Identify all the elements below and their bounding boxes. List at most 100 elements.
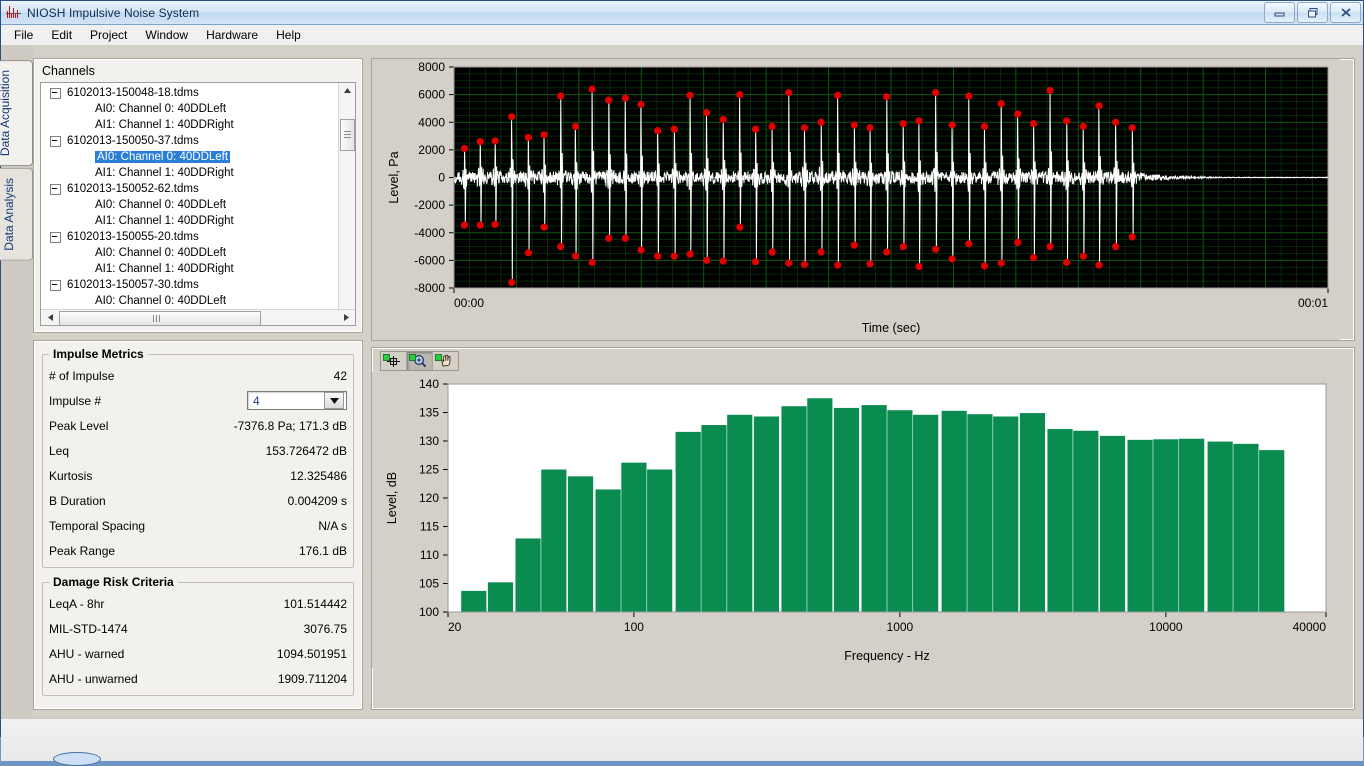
drc-label: AHU - unwarned [49, 672, 138, 686]
tree-channel-node[interactable]: AI0: Channel 0: 40DDLeft [41, 293, 355, 309]
tab-data-analysis[interactable]: Data Analysis [0, 168, 33, 261]
pan-tool-led [435, 354, 442, 361]
pan-tool-button[interactable] [433, 352, 458, 370]
metric-row-peak-range: Peak Range 176.1 dB [49, 538, 347, 563]
tree-hscroll-thumb[interactable] [59, 311, 261, 326]
tree-channel-node[interactable]: AI1: Channel 1: 40DDRight [41, 165, 355, 181]
metric-label: # of Impulse [49, 369, 114, 383]
waveform-plot[interactable]: -8000-6000-4000-200002000400060008000Lev… [372, 59, 1354, 340]
metric-value: 42 [334, 369, 347, 383]
impulse-number-combobox[interactable]: 4 [247, 391, 347, 410]
svg-text:00:01: 00:01 [1298, 296, 1328, 310]
cursor-tool-button[interactable] [381, 352, 407, 370]
tree-file-node[interactable]: 6102013-150057-30.tdms [41, 277, 355, 293]
scroll-right-icon[interactable] [339, 311, 353, 325]
tree-channel-node[interactable]: AI0: Channel 0: 40DDLeft [41, 101, 355, 117]
tree-collapse-icon[interactable] [50, 88, 61, 99]
tree-node-label: AI0: Channel 0: 40DDLeft [95, 151, 230, 163]
metric-row-impulse-number: Impulse # 4 [49, 388, 347, 413]
metrics-panel: Impulse Metrics # of Impulse 42 Impulse … [33, 340, 363, 710]
damage-risk-legend: Damage Risk Criteria [49, 575, 178, 589]
svg-text:Frequency - Hz: Frequency - Hz [844, 649, 929, 663]
tree-channel-node[interactable]: AI1: Channel 1: 40DDRight [41, 213, 355, 229]
drc-label: LeqA - 8hr [49, 597, 104, 611]
tree-file-node[interactable]: 6102013-150052-62.tdms [41, 181, 355, 197]
tab-data-acquisition[interactable]: Data Acquisition [0, 60, 33, 166]
tree-node-label: AI0: Channel 0: 40DDLeft [95, 295, 226, 307]
menu-edit[interactable]: Edit [42, 26, 81, 44]
drc-row-ahu-unwarned: AHU - unwarned 1909.711204 [49, 666, 347, 691]
tree-horizontal-scrollbar[interactable] [41, 309, 355, 325]
chevron-down-icon[interactable] [324, 392, 344, 409]
tree-vertical-scrollbar[interactable] [338, 83, 355, 325]
svg-text:20: 20 [448, 620, 462, 634]
menu-hardware[interactable]: Hardware [197, 26, 267, 44]
tree-channel-node[interactable]: AI1: Channel 1: 40DDRight [41, 261, 355, 277]
client-area: Data Acquisition Data Analysis Channels … [1, 46, 1363, 718]
tree-node-label: AI1: Channel 1: 40DDRight [95, 215, 234, 227]
menu-window[interactable]: Window [136, 26, 197, 44]
channels-panel: Channels 6102013-150048-18.tdmsAI0: Chan… [33, 58, 363, 333]
spectrum-graph-panel: 100105110115120125130135140Level, dB2010… [371, 347, 1355, 710]
metric-label: Peak Level [49, 419, 108, 433]
drc-label: MIL-STD-1474 [49, 622, 128, 636]
svg-text:0: 0 [438, 171, 445, 185]
window-title: NIOSH Impulsive Noise System [27, 6, 199, 20]
tree-node-label: 6102013-150050-37.tdms [67, 135, 199, 147]
menu-project[interactable]: Project [81, 26, 136, 44]
svg-text:-8000: -8000 [414, 281, 445, 295]
metric-row-num-impulse: # of Impulse 42 [49, 363, 347, 388]
right-pane: -8000-6000-4000-200002000400060008000Lev… [371, 58, 1355, 710]
tree-collapse-icon[interactable] [50, 136, 61, 147]
minimize-button[interactable] [1264, 2, 1295, 23]
svg-text:140: 140 [419, 377, 439, 391]
waveform-icon [6, 6, 22, 20]
spectrum-plot[interactable]: 100105110115120125130135140Level, dB2010… [372, 372, 1354, 709]
svg-text:Time (sec): Time (sec) [862, 321, 921, 335]
metric-value: -7376.8 Pa; 171.3 dB [234, 419, 347, 433]
tree-channel-node[interactable]: AI0: Channel 0: 40DDLeft [41, 245, 355, 261]
tree-file-node[interactable]: 6102013-150050-37.tdms [41, 133, 355, 149]
tree-collapse-icon[interactable] [50, 232, 61, 243]
metric-row-b-duration: B Duration 0.004209 s [49, 488, 347, 513]
svg-text:120: 120 [419, 491, 439, 505]
tree-collapse-icon[interactable] [50, 184, 61, 195]
metric-row-temporal-spacing: Temporal Spacing N/A s [49, 513, 347, 538]
svg-text:130: 130 [419, 434, 439, 448]
metric-label: Temporal Spacing [49, 519, 145, 533]
tree-file-node[interactable]: 6102013-150055-20.tdms [41, 229, 355, 245]
svg-text:40000: 40000 [1293, 620, 1327, 634]
scroll-left-icon[interactable] [43, 311, 57, 325]
tree-file-node[interactable]: 6102013-150048-18.tdms [41, 85, 355, 101]
svg-text:8000: 8000 [418, 60, 445, 74]
menu-file[interactable]: File [5, 26, 42, 44]
tree-scroll-thumb[interactable] [340, 119, 355, 151]
channels-tree[interactable]: 6102013-150048-18.tdms AI0: Channel 0: 40… [41, 83, 355, 309]
zoom-tool-led [409, 354, 416, 361]
metric-value: N/A s [318, 519, 347, 533]
metric-row-leq: Leq 153.726472 dB [49, 438, 347, 463]
metric-label: Impulse # [49, 394, 101, 408]
close-button[interactable] [1330, 2, 1361, 23]
tree-node-label: 6102013-150057-30.tdms [67, 279, 199, 291]
drc-value: 1094.501951 [277, 647, 347, 661]
tree-channel-node[interactable]: AI0: Channel 0: 40DDLeft [41, 197, 355, 213]
left-pane: Channels 6102013-150048-18.tdmsAI0: Chan… [33, 58, 363, 710]
channels-tree-box: 6102013-150048-18.tdms AI0: Channel 0: 40… [40, 82, 356, 326]
impulse-metrics-group: Impulse Metrics # of Impulse 42 Impulse … [42, 347, 354, 568]
svg-text:Level, dB: Level, dB [385, 472, 399, 524]
scroll-up-icon[interactable] [340, 83, 354, 97]
tree-collapse-icon[interactable] [50, 280, 61, 291]
menu-help[interactable]: Help [267, 26, 310, 44]
tree-node-label: 6102013-150048-18.tdms [67, 87, 199, 99]
restore-button[interactable] [1297, 2, 1328, 23]
vertical-tab-strip: Data Acquisition Data Analysis [1, 46, 33, 718]
graph-toolbar [372, 348, 1354, 372]
tree-channel-node[interactable]: AI1: Channel 1: 40DDRight [41, 117, 355, 133]
status-bar [1, 718, 1363, 761]
tree-node-label: AI1: Channel 1: 40DDRight [95, 119, 234, 131]
metric-label: Peak Range [49, 544, 115, 558]
zoom-tool-button[interactable] [407, 352, 433, 370]
drc-value: 101.514442 [284, 597, 347, 611]
tree-channel-node[interactable]: AI0: Channel 0: 40DDLeft [41, 149, 355, 165]
